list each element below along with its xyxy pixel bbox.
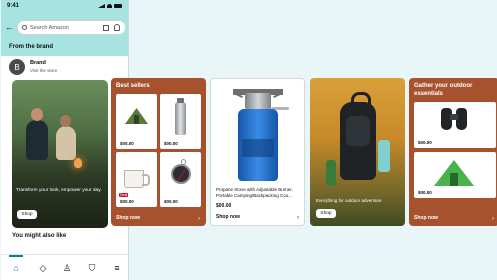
tile-price: $00.00 [418,140,432,145]
backpack-image [340,92,376,180]
best-seller-tile[interactable]: $00.00 [116,94,157,149]
chevron-right-icon[interactable]: › [492,216,494,222]
hero-text: Transform your look, empower your day. [16,188,102,193]
spark-icon[interactable]: ◇ [37,262,49,274]
tent-icon [125,108,148,124]
product-price: $00.00 [216,203,232,209]
tile-price: $00.00 [164,141,178,146]
search-input[interactable]: Search Amazon [17,20,126,35]
backpack-text: Everything for outdoor adventure [316,198,382,203]
active-tab-indicator [9,255,23,257]
shop-now-link[interactable]: Shop now [216,214,240,220]
status-time: 9:41 [7,3,20,9]
deal-badge: Deal [119,193,129,197]
gas-canister-icon [238,109,278,181]
bottle-icon [326,160,336,186]
brand-name: Brand [30,60,46,66]
cart-icon[interactable]: ⛉ [86,262,98,274]
stove-burner [245,93,271,109]
menu-icon[interactable]: ≡ [111,262,123,274]
camper-figure [56,115,76,160]
product-title[interactable]: Propane Stove with Adjustable Burner, Po… [216,187,302,198]
bottle-icon [175,98,186,135]
product-card[interactable]: Propane Stove with Adjustable Burner, Po… [210,78,305,226]
search-icon [22,25,27,30]
essentials-tile[interactable]: $00.00 [414,102,496,148]
best-seller-tile[interactable]: $00.00 [160,152,201,207]
shop-now-link[interactable]: Shop now [414,215,438,221]
bottle-icon [378,140,390,172]
chevron-right-icon[interactable]: › [297,215,299,221]
shop-now-link[interactable]: Shop now [116,215,140,221]
brand-hero-card[interactable]: Transform your look, empower your day. S… [12,80,108,228]
brand-visit-store: Visit the store [30,68,58,73]
tile-price: $00.00 [164,199,178,204]
campfire-glow [74,158,82,168]
hero-shop-button[interactable]: Shop [17,210,37,219]
binoculars-icon [441,108,467,130]
chevron-right-icon[interactable]: › [198,216,200,222]
best-sellers-card[interactable]: Best sellers $00.00 $00.00 Deal $00.00 $… [111,78,206,226]
section-title: From the brand [9,44,54,50]
home-icon[interactable]: ⌂ [10,262,22,274]
best-seller-tile[interactable]: Deal $00.00 [116,152,157,207]
phone-screen: 9:41 ← Search Amazon From the brand B Br… [1,0,129,280]
backpack-shop-button[interactable]: Shop [316,209,336,218]
back-arrow-icon[interactable]: ← [5,23,14,32]
status-icons [98,4,122,8]
best-sellers-title: Best sellers [116,83,150,89]
compass-icon [171,159,191,184]
tile-price: $00.00 [120,141,134,146]
best-seller-tile[interactable]: $00.00 [160,94,201,149]
also-like-title: You might also like [12,233,67,239]
battery-icon [114,4,122,8]
bottom-tab-bar: ⌂ ◇ ♙ ⛉ ≡ [1,254,128,280]
search-placeholder: Search Amazon [30,24,69,31]
signal-icon [98,4,105,8]
tent-icon [434,160,474,186]
scan-icon[interactable] [103,25,109,31]
brand-row[interactable]: B Brand Visit the store [1,56,128,80]
tile-price: $00.00 [120,199,134,204]
profile-icon[interactable]: ♙ [61,262,73,274]
essentials-title: Gather your outdoor essentials [414,83,473,97]
wifi-icon [107,4,112,8]
tile-price: $00.00 [418,190,432,195]
outdoor-essentials-card[interactable]: Gather your outdoor essentials $00.00 $0… [409,78,497,226]
camper-figure [26,108,48,160]
mug-icon [124,170,150,188]
brand-logo: B [9,59,25,75]
essentials-tile[interactable]: $00.00 [414,152,496,198]
microphone-icon[interactable] [114,24,120,31]
backpack-hero-card[interactable]: Everything for outdoor adventure Shop [310,78,405,226]
